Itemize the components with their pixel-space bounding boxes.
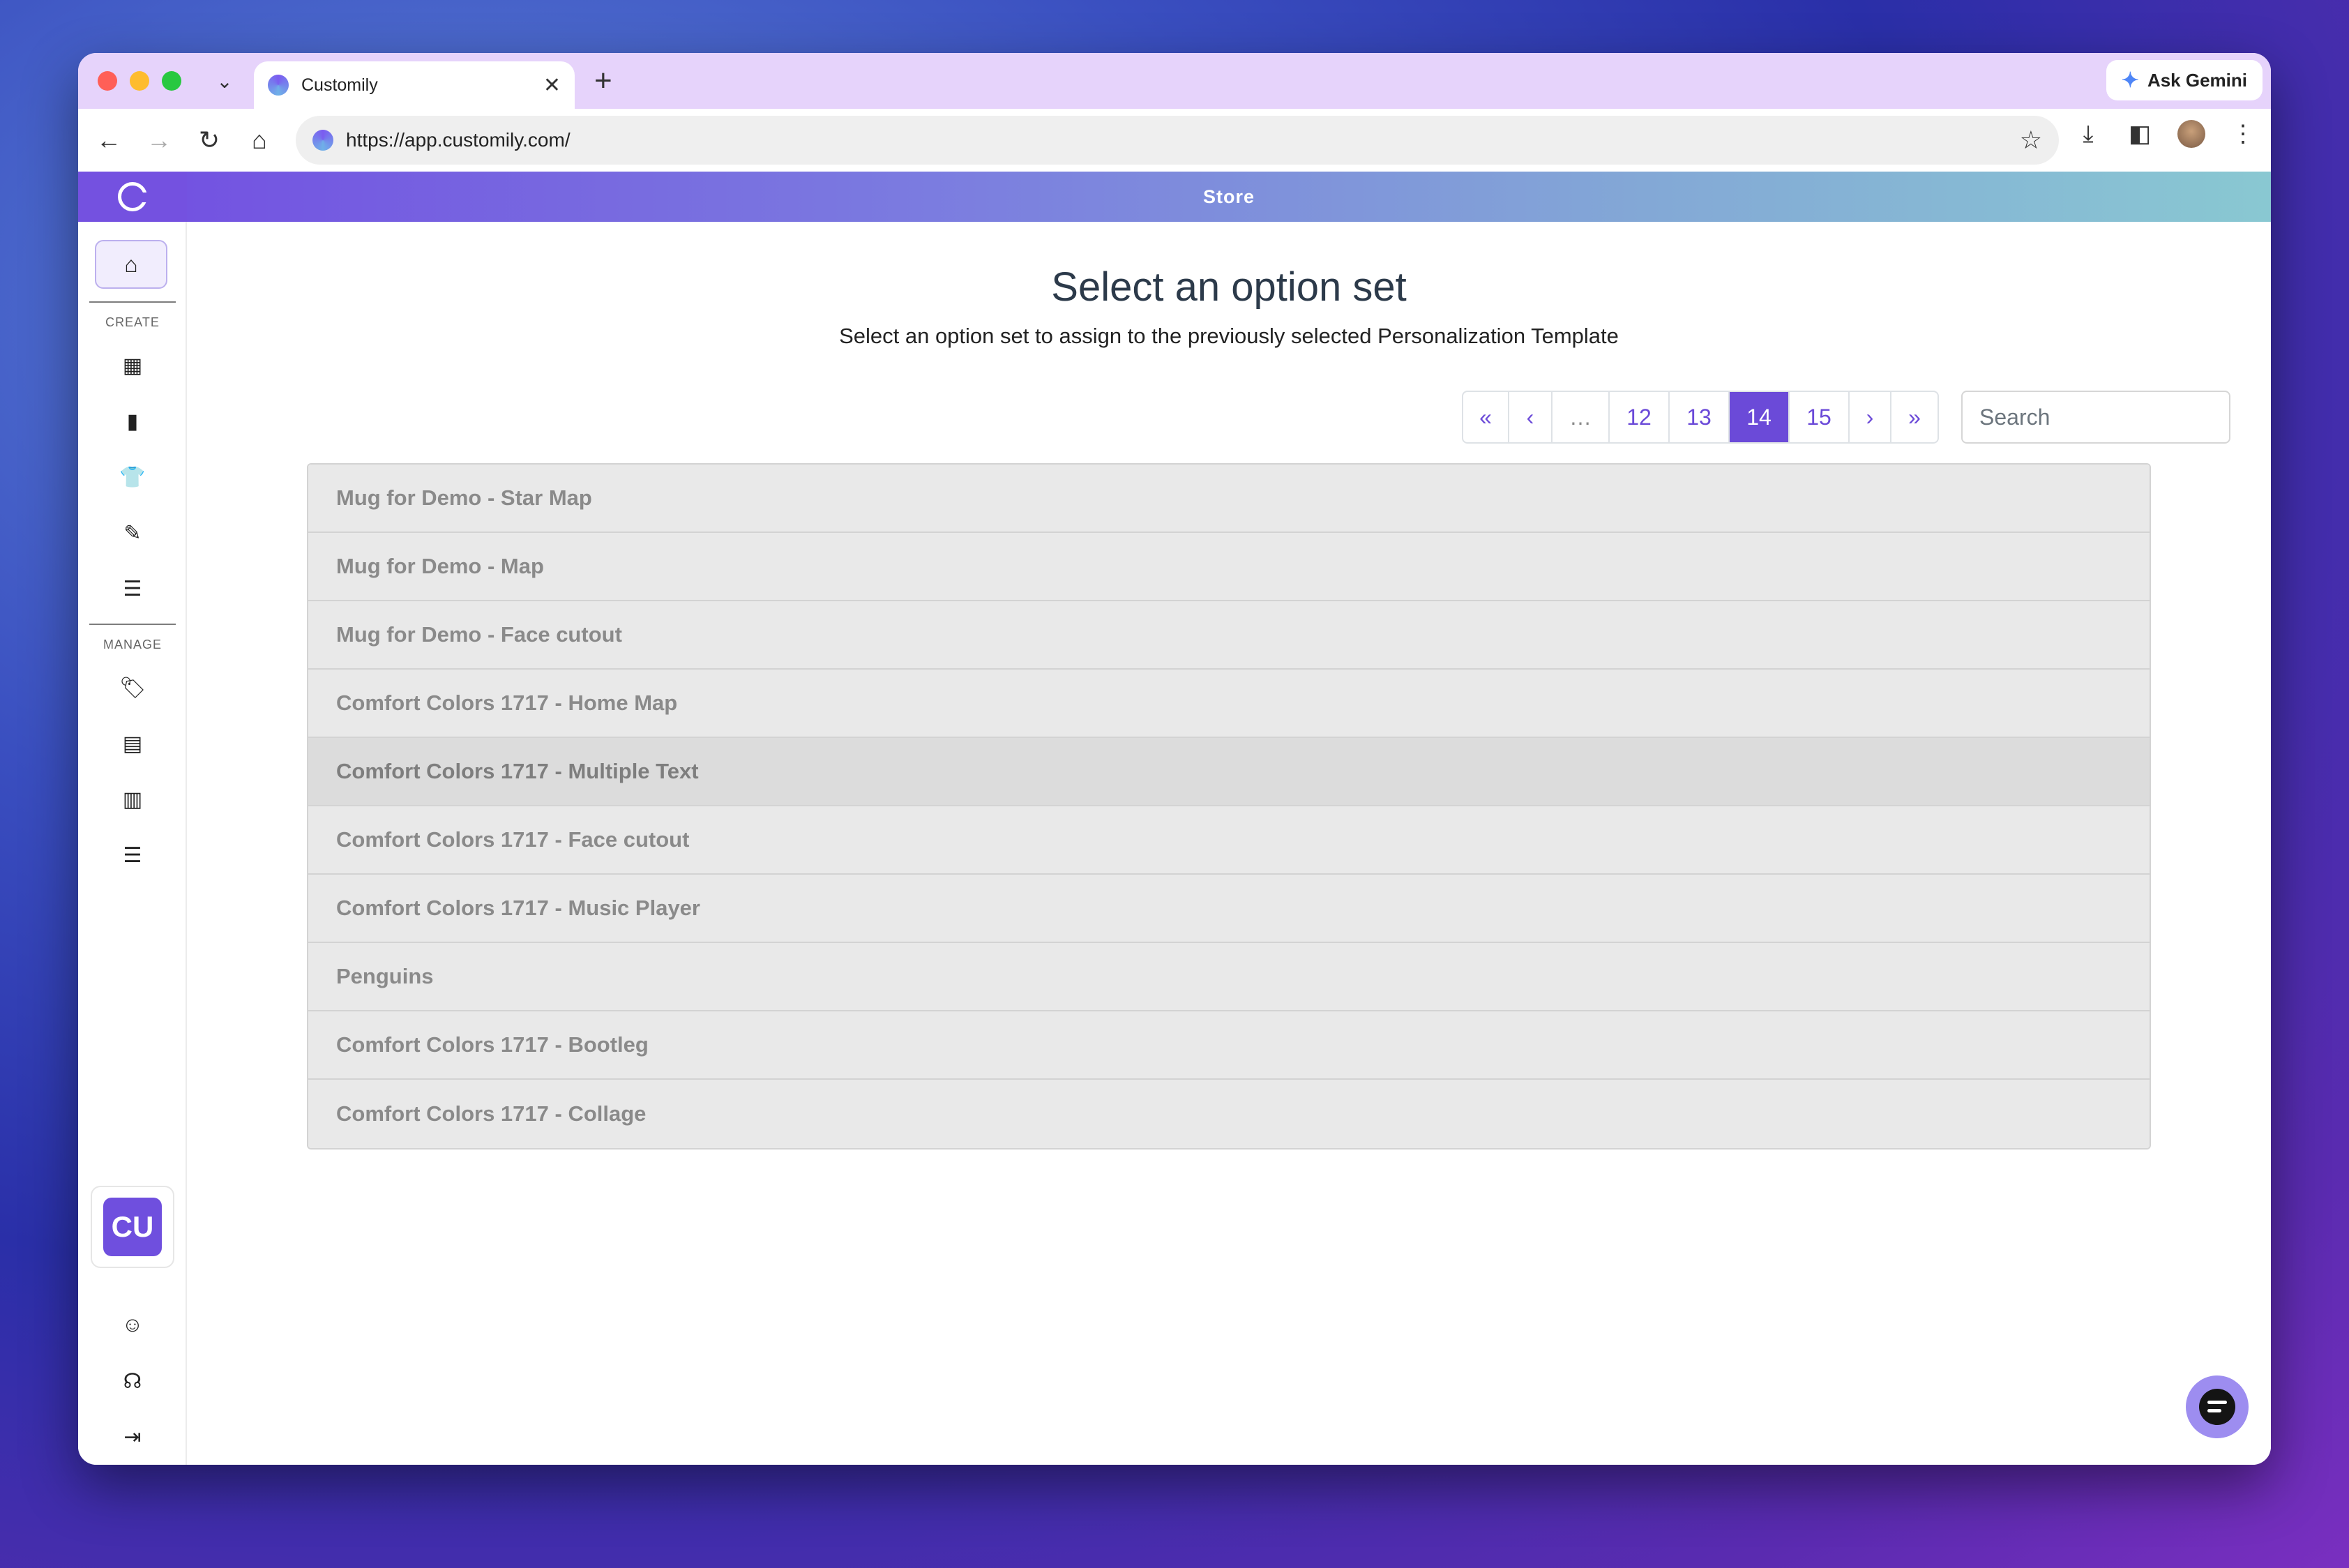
site-info-icon[interactable] [312,130,333,151]
support-headset-icon[interactable]: ☊ [78,1360,187,1402]
url-text[interactable]: https://app.customily.com/ [346,129,2020,151]
minimize-window-button[interactable] [130,71,149,91]
list-item[interactable]: Comfort Colors 1717 - Bootleg [308,1011,2150,1080]
tab-search-chevron-icon[interactable]: ⌄ [211,67,239,95]
list-item[interactable]: Comfort Colors 1717 - Collage [308,1080,2150,1148]
pagination: « ‹ … 12 13 14 15 › » [1462,391,1939,444]
list-item[interactable]: Mug for Demo - Star Map [308,465,2150,533]
browser-toolbar: ← → ↻ ⌂ https://app.customily.com/ ☆ ⤓ ◧… [78,109,2271,172]
chat-support-button[interactable] [2186,1375,2249,1438]
user-avatar: CU [103,1198,162,1256]
sidebar-manage-label: MANAGE [103,638,162,651]
option-list-icon[interactable]: ☰ [78,568,187,610]
sidebar-home-button[interactable]: ⌂ [95,240,167,289]
user-card[interactable]: CU [91,1186,174,1268]
sidebar: ⌂ CREATE ▦ ▮ 👕 ✎ ☰ MANAGE 🏷 ▤ ▥ ☰ CU ☺ ☊… [78,172,187,1465]
account-icon[interactable]: ☺ [78,1304,187,1346]
document-icon[interactable]: ▤ [78,723,187,764]
pagination-next[interactable]: › [1850,392,1891,442]
pagination-page-active[interactable]: 14 [1730,392,1790,442]
page-subtitle: Select an option set to assign to the pr… [839,324,1619,348]
ask-gemini-button[interactable]: ✦ Ask Gemini [2106,60,2263,100]
option-set-list: Mug for Demo - Star Map Mug for Demo - M… [307,463,2151,1149]
list-item[interactable]: Comfort Colors 1717 - Music Player [308,875,2150,943]
pagination-ellipsis: … [1553,392,1610,442]
back-arrow-icon[interactable]: ← [89,121,128,160]
list-item[interactable]: Comfort Colors 1717 - Face cutout [308,806,2150,875]
pagination-page[interactable]: 12 [1610,392,1670,442]
browser-window: ⌄ Customily ✕ + ✦ Ask Gemini ← → ↻ ⌂ htt… [78,53,2271,1465]
mug-icon[interactable]: ▮ [78,400,187,442]
toolbar-actions: ⤓ ◧ ⋮ [2074,120,2257,148]
bookmark-star-icon[interactable]: ☆ [2020,126,2042,155]
reload-icon[interactable]: ↻ [190,121,229,160]
side-panel-icon[interactable]: ◧ [2126,120,2154,148]
pagination-prev[interactable]: ‹ [1509,392,1553,442]
pagination-page[interactable]: 15 [1790,392,1850,442]
download-icon[interactable]: ⤓ [2074,121,2102,148]
pagination-last[interactable]: » [1891,392,1938,442]
tab-title: Customily [301,75,378,95]
tab-close-icon[interactable]: ✕ [543,73,561,98]
pagination-first[interactable]: « [1463,392,1509,442]
tags-icon[interactable]: 🏷 [78,667,187,709]
home-icon: ⌂ [124,251,138,277]
profile-avatar[interactable] [2177,120,2205,148]
main-content: Select an option set Select an option se… [187,222,2271,1465]
store-icon[interactable]: ▥ [78,778,187,820]
search-input[interactable] [1961,391,2230,444]
more-menu-icon[interactable]: ⋮ [2229,120,2257,148]
app-root: ⌂ CREATE ▦ ▮ 👕 ✎ ☰ MANAGE 🏷 ▤ ▥ ☰ CU ☺ ☊… [78,172,2271,1465]
shirt-icon[interactable]: 👕 [78,456,187,498]
app-logo-cell[interactable] [78,172,187,222]
sidebar-divider [89,624,176,625]
list-item[interactable]: Penguins [308,943,2150,1011]
list-item[interactable]: Comfort Colors 1717 - Home Map [308,670,2150,738]
gemini-sparkle-icon: ✦ [2121,68,2139,92]
customily-favicon-icon [268,75,289,96]
page-title: Select an option set [1051,264,1407,310]
tab-strip: ⌄ Customily ✕ + ✦ Ask Gemini [78,53,2271,109]
ask-gemini-label: Ask Gemini [2147,69,2247,91]
new-tab-button[interactable]: + [594,64,612,98]
home-icon[interactable]: ⌂ [240,121,279,160]
pagination-page[interactable]: 13 [1670,392,1730,442]
list-item[interactable]: Mug for Demo - Map [308,533,2150,601]
sidebar-divider [89,301,176,303]
store-topbar: Store [187,172,2271,222]
browser-tab[interactable]: Customily ✕ [254,61,575,109]
sidebar-create-label: CREATE [105,315,160,329]
address-bar[interactable]: https://app.customily.com/ ☆ [296,116,2059,165]
list-item[interactable]: Mug for Demo - Face cutout [308,601,2150,670]
list-item[interactable]: Comfort Colors 1717 - Multiple Text [308,738,2150,806]
chat-icon [2199,1389,2235,1425]
design-tools-icon[interactable]: ✎ [78,512,187,554]
customily-logo-icon [118,182,148,211]
product-builder-icon[interactable]: ▦ [78,345,187,386]
manage-list-icon[interactable]: ☰ [78,834,187,876]
topbar-title: Store [1202,186,1255,207]
maximize-window-button[interactable] [162,71,181,91]
forward-arrow-icon[interactable]: → [139,121,179,160]
close-window-button[interactable] [98,71,117,91]
logout-icon[interactable]: ⇥ [78,1416,187,1458]
window-controls [98,71,181,91]
